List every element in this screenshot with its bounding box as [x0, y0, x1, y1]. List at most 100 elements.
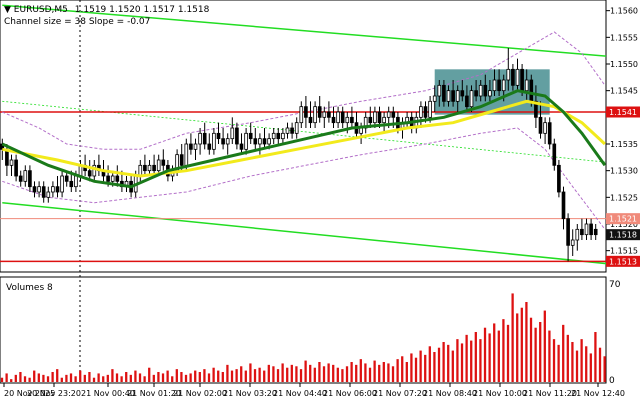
volume-bar [410, 353, 413, 382]
volume-bar [520, 307, 523, 382]
volume-bar [543, 310, 546, 382]
volume-bar [134, 370, 137, 382]
candle-body [235, 127, 239, 145]
candle-body [350, 116, 354, 124]
volume-bar [318, 362, 321, 382]
volume-bar [414, 357, 418, 382]
candle-body [69, 180, 74, 188]
volume-bar [598, 347, 602, 382]
volume-bar [382, 362, 385, 382]
x-tick-label: 21 Nov 07:20 [373, 389, 427, 398]
x-tick-label: 20 Nov 23:20 [27, 389, 81, 398]
candle-body [437, 84, 442, 97]
candle-body [580, 228, 584, 236]
volume-bar [387, 363, 390, 382]
volume-bar [276, 369, 280, 382]
candle-body [299, 106, 304, 124]
y-tick-label: 1.1560 [610, 7, 638, 16]
x-tick-label: 21 Nov 04:40 [273, 389, 327, 398]
x-tick-label: 21 Nov 02:00 [173, 389, 227, 398]
candle-body [143, 164, 147, 172]
volume-bar [88, 372, 91, 382]
candle-body [317, 106, 322, 118]
volume-bar [493, 323, 496, 382]
candle-body [446, 90, 451, 102]
volume-bar [594, 332, 597, 382]
candle-body [74, 175, 78, 188]
candle-body [202, 132, 207, 145]
volume-bar [286, 367, 289, 382]
chart-canvas[interactable]: 1.1560 1.1555 1.1550 1.1545 1.1535 1.1530 1.15… [0, 0, 640, 401]
volume-bar [240, 366, 243, 382]
volume-bar [46, 376, 50, 382]
candle-body [294, 122, 299, 134]
volume-bar [33, 370, 36, 382]
candle-body [451, 90, 455, 102]
volume-bar [557, 344, 560, 382]
candle-body [373, 111, 377, 124]
volume-bar [14, 374, 17, 382]
candle-body [313, 106, 317, 124]
candle-body [561, 191, 566, 220]
volume-bar [10, 379, 13, 382]
volume-bar [373, 360, 376, 382]
volume-bar [79, 370, 82, 382]
volume-bar [0, 377, 4, 382]
candle-body [248, 132, 253, 140]
volume-bar [313, 367, 316, 382]
candle-body [64, 175, 69, 182]
volume-bar [194, 370, 197, 382]
volume-bar [405, 362, 408, 382]
volume-bar [19, 372, 22, 382]
y-tick-label: 1.1555 [610, 33, 638, 42]
volume-bar [175, 369, 178, 382]
volume-bar [111, 369, 114, 382]
candle-body [570, 239, 575, 246]
volume-bar [437, 347, 441, 382]
candle-body [455, 90, 460, 102]
candle-body [488, 90, 492, 97]
candle-body [506, 68, 511, 81]
candle-body [258, 138, 262, 145]
volume-bar [401, 356, 404, 382]
volume-bar [396, 359, 399, 382]
candle-body [87, 170, 92, 177]
volume-bar [92, 377, 96, 382]
volume-bar [272, 366, 275, 382]
candle-body [566, 218, 570, 246]
volume-bar [51, 372, 54, 382]
volume-bar [230, 370, 234, 382]
candle-body [538, 116, 543, 134]
volume-bar [295, 366, 298, 382]
volume-bar [355, 364, 358, 382]
volume-bar [534, 327, 537, 382]
price-badge-text: 1.1541 [609, 108, 637, 117]
candle-body [386, 111, 391, 118]
header-symbol: EURUSD,M5 [14, 5, 68, 15]
volume-bar [442, 342, 445, 382]
candle-body [465, 95, 469, 108]
candle-body [9, 159, 14, 166]
candle-body [589, 223, 593, 236]
candle-body [515, 68, 520, 86]
candle-body [543, 122, 547, 134]
candle-body [198, 132, 202, 145]
volume-bar [65, 374, 68, 382]
volume-bar [309, 364, 312, 382]
volume-bar [571, 342, 574, 382]
x-tick-label: 21 Nov 06:00 [323, 389, 377, 398]
candle-body [23, 170, 28, 182]
volume-bar [336, 367, 339, 382]
candle-body [189, 143, 193, 150]
candle-body [55, 186, 60, 193]
volume-min-label: 0 [609, 376, 615, 386]
candle-body [271, 132, 276, 140]
candle-body [37, 186, 41, 193]
candle-body [156, 159, 161, 172]
volume-bar [456, 339, 459, 382]
candle-body [152, 164, 156, 172]
header-arrow-icon: ▼ [4, 5, 11, 15]
volume-bar [258, 367, 261, 382]
candle-body [46, 191, 51, 198]
x-tick-label: 21 Nov 08:40 [423, 389, 477, 398]
